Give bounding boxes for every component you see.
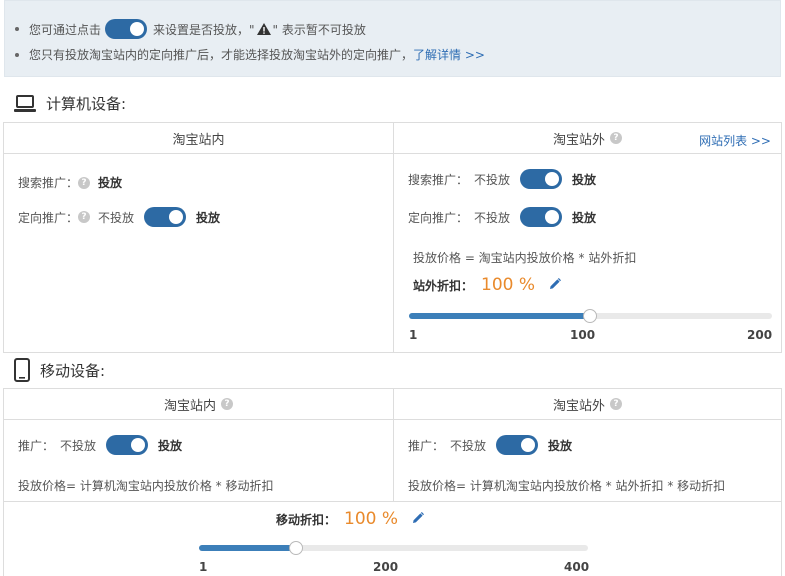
mobile-title-text: 移动设备: [40, 361, 106, 380]
slider-max-label: 400 [564, 560, 590, 574]
mobile-outside-header: 淘宝站外 ? [394, 389, 781, 420]
formula-text: 投放价格= 计算机淘宝站内投放价格 * 站外折扣 * 移动折扣 [408, 479, 726, 493]
outside-formula: 投放价格 = 淘宝站内投放价格 * 站外折扣 [413, 249, 636, 266]
computer-title-text: 计算机设备: [46, 95, 127, 113]
computer-target-toggle[interactable] [144, 207, 187, 227]
help-icon[interactable]: ? [78, 176, 91, 189]
edit-pencil-icon[interactable] [412, 511, 425, 527]
off-label: 不投放 [60, 438, 97, 453]
help-icon[interactable]: ? [78, 211, 91, 223]
on-label: 投放 [548, 438, 573, 453]
off-label: 不投放 [98, 210, 135, 225]
notice-line-1: 您可通过点击 来设置是否投放，" " 表示暂不可投放 [15, 19, 366, 39]
search-label: 搜索推广： [18, 176, 79, 190]
computer-panel: 淘宝站内 淘宝站外 ? 网站列表 >> 搜索推广： ? 投放 定向推广： ? 不… [3, 122, 782, 353]
site-list-link[interactable]: 网站列表 >> [699, 132, 771, 149]
computer-search-row: 搜索推广： ? 投放 [18, 174, 122, 191]
off-label: 不投放 [474, 172, 511, 187]
example-toggle [105, 19, 148, 39]
formula-text: 投放价格= 计算机淘宝站内投放价格 * 移动折扣 [18, 479, 274, 493]
slider-mid-label: 200 [373, 560, 399, 574]
target-label: 定向推广： [18, 210, 79, 225]
mobile-outside-row: 推广： 不投放 投放 [408, 435, 572, 455]
computer-section-title: 计算机设备: [14, 93, 126, 114]
discount-label: 移动折扣： [276, 512, 337, 527]
laptop-icon [14, 94, 36, 113]
discount-value: 100 % [481, 275, 536, 295]
discount-label: 站外折扣： [413, 278, 474, 293]
mobile-discount-row: 移动折扣： 100 % [276, 509, 425, 529]
edit-pencil-icon[interactable] [549, 277, 562, 293]
off-label: 不投放 [450, 438, 487, 453]
notice-box: 您可通过点击 来设置是否投放，" " 表示暂不可投放 您只有投放淘宝站内的定向推… [4, 0, 781, 77]
divider [393, 123, 394, 352]
mobile-inside-header: 淘宝站内 ? [4, 389, 393, 420]
slider-fill [199, 545, 296, 551]
mobile-inside-toggle[interactable] [106, 435, 149, 455]
slider-min-label: 1 [199, 560, 208, 574]
help-icon[interactable]: ? [221, 398, 233, 410]
bullet [15, 52, 19, 57]
mobile-outside-formula: 投放价格= 计算机淘宝站内投放价格 * 站外折扣 * 移动折扣 [408, 477, 725, 494]
promo-label: 推广： [408, 438, 445, 453]
slider-thumb[interactable] [583, 309, 597, 323]
formula-text: 投放价格 = 淘宝站内投放价格 * 站外折扣 [413, 251, 637, 265]
outside-target-toggle[interactable] [520, 207, 563, 227]
outside-discount-slider[interactable] [409, 309, 772, 323]
mobile-outside-toggle[interactable] [496, 435, 539, 455]
slider-mid-label: 100 [570, 328, 596, 342]
notice-line-2: 您只有投放淘宝站内的定向推广后，才能选择投放淘宝站外的定向推广， 了解详情 >> [15, 46, 485, 63]
outside-target-row: 定向推广： 不投放 投放 [408, 207, 596, 227]
header-text: 淘宝站内 [172, 132, 225, 148]
help-icon[interactable]: ? [610, 398, 622, 410]
computer-target-row: 定向推广： ? 不投放 投放 [18, 207, 220, 227]
help-icon[interactable]: ? [610, 132, 622, 144]
off-label: 不投放 [474, 210, 511, 225]
outside-discount-row: 站外折扣： 100 % [413, 275, 562, 295]
on-label: 投放 [158, 438, 183, 453]
slider-thumb[interactable] [289, 541, 303, 555]
mobile-discount-panel: 移动折扣： 100 % 1 200 400 [3, 501, 782, 576]
bullet [15, 27, 19, 31]
search-label: 搜索推广： [408, 172, 469, 187]
slider-min-label: 1 [409, 328, 418, 342]
mobile-discount-slider[interactable] [199, 541, 588, 555]
promo-label: 推广： [18, 438, 55, 453]
slider-max-label: 200 [747, 328, 773, 342]
phone-icon [14, 358, 30, 382]
mobile-inside-formula: 投放价格= 计算机淘宝站内投放价格 * 移动折扣 [18, 477, 274, 494]
notice-line1-post: " 表示暂不可投放 [272, 22, 366, 37]
slider-fill [409, 313, 590, 319]
target-label: 定向推广： [408, 210, 469, 225]
header-text: 淘宝站内 [163, 398, 216, 414]
notice-line1-pre: 您可通过点击 [29, 22, 102, 37]
discount-value: 100 % [344, 509, 399, 529]
on-label: 投放 [572, 210, 597, 225]
header-text: 淘宝站外 [552, 398, 605, 414]
mobile-section-title: 移动设备: [14, 358, 105, 382]
search-status: 投放 [98, 176, 123, 190]
learn-more-link[interactable]: 了解详情 >> [413, 46, 485, 63]
outside-search-toggle[interactable] [520, 169, 563, 189]
mobile-inside-row: 推广： 不投放 投放 [18, 435, 182, 455]
computer-inside-header: 淘宝站内 [4, 123, 393, 154]
on-label: 投放 [572, 172, 597, 187]
outside-search-row: 搜索推广： 不投放 投放 [408, 169, 596, 189]
header-text: 淘宝站外 [552, 132, 605, 148]
notice-line1-mid: 来设置是否投放，" [153, 22, 255, 37]
notice-line2-text: 您只有投放淘宝站内的定向推广后，才能选择投放淘宝站外的定向推广， [29, 48, 414, 62]
mobile-panel: 淘宝站内 ? 淘宝站外 ? 推广： 不投放 投放 投放价格= 计算机淘宝站内投放… [3, 388, 782, 502]
warning-icon [256, 23, 271, 35]
on-label: 投放 [196, 210, 221, 225]
